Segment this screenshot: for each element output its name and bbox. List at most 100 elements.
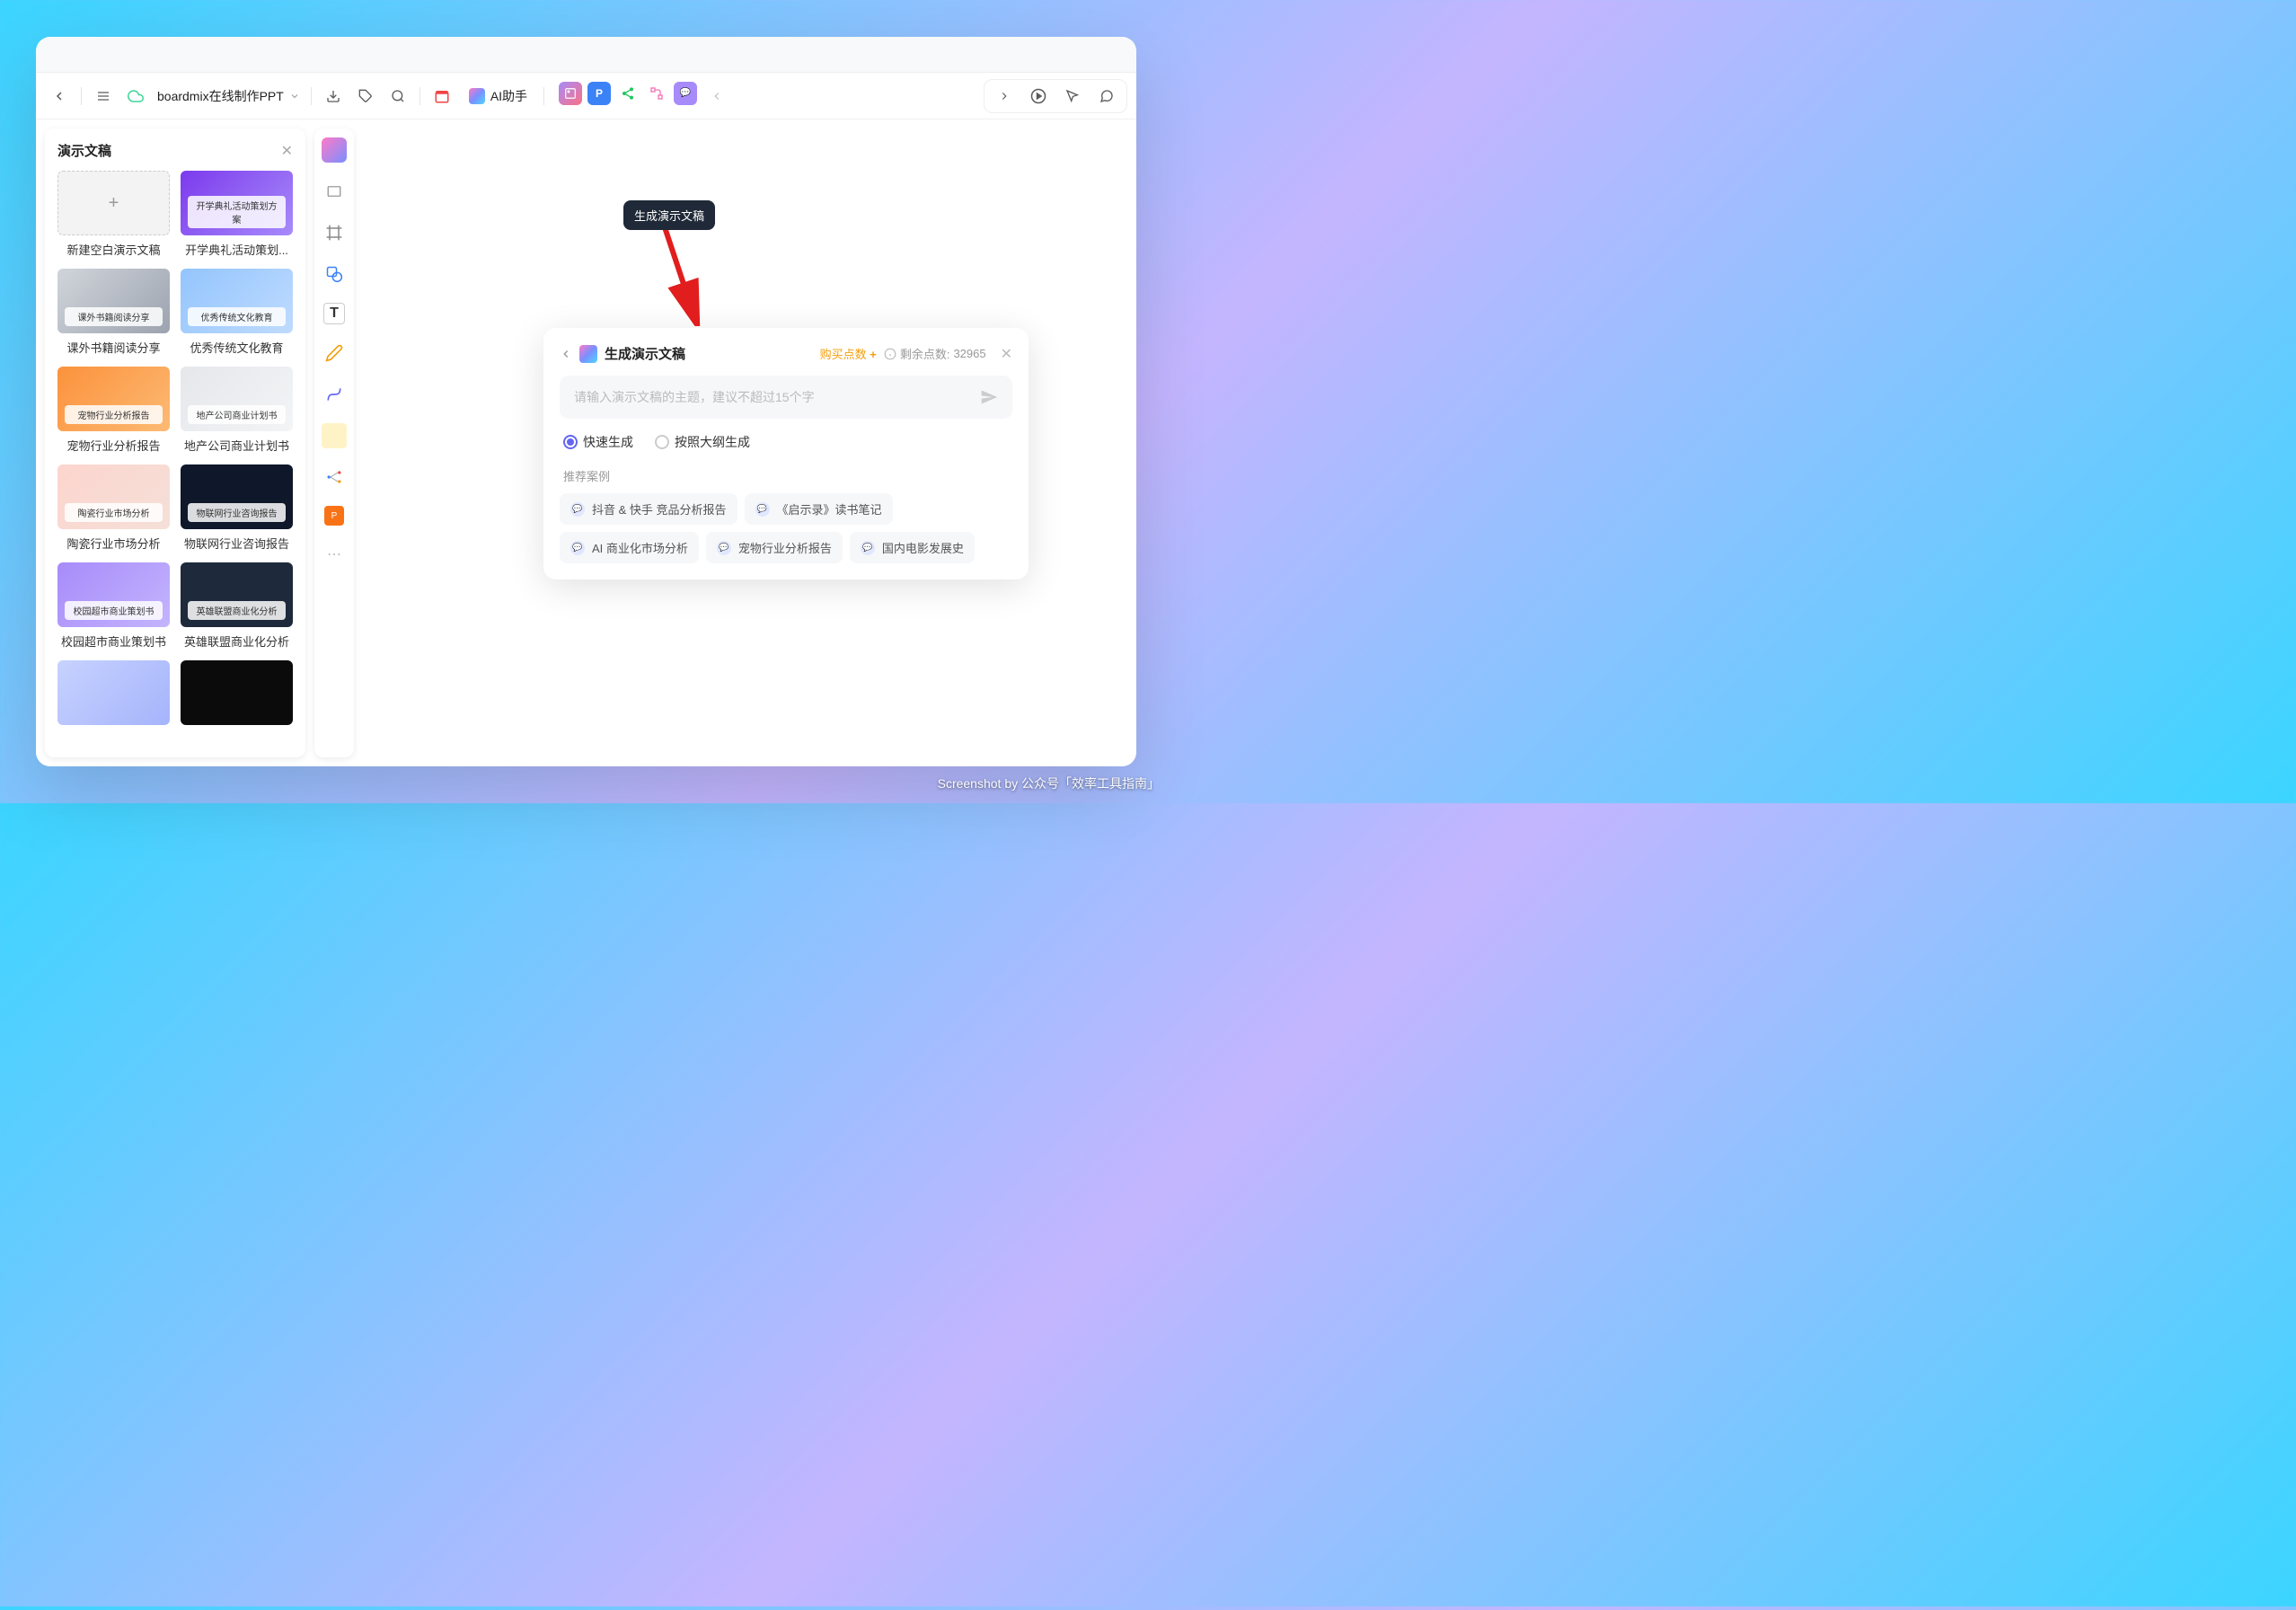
vertical-toolbar: T P ⋯ [314,128,354,757]
sidebar-close-button[interactable]: ✕ [281,142,293,160]
example-chip[interactable]: 💬 国内电影发展史 [850,532,975,563]
search-button[interactable] [384,82,412,111]
radio-unchecked-icon [655,435,669,449]
template-label: 课外书籍阅读分享 [57,339,170,356]
ppt-tool[interactable]: P [324,506,344,526]
watermark: Screenshot by 公众号「效率工具指南」 [938,774,1160,792]
ai-panel-title: 生成演示文稿 [605,344,813,363]
chat-bubble-icon: 💬 [570,502,585,517]
cursor-button[interactable] [1058,82,1087,111]
template-overlay-text: 英雄联盟商业化分析 [188,601,286,620]
chat-bubble-icon: 💬 [570,541,585,555]
template-item[interactable]: 地产公司商业计划书地产公司商业计划书 [181,367,293,454]
document-title[interactable]: boardmix在线制作PPT [154,87,304,105]
ai-prompt-input[interactable] [574,390,971,404]
example-chip[interactable]: 💬AI 商业化市场分析 [560,532,699,563]
annotation-arrow [647,218,719,326]
share-tool-icon[interactable] [616,82,640,105]
radio-quick-generate[interactable]: 快速生成 [563,433,633,451]
download-button[interactable] [319,82,348,111]
chat-bubble-icon: 💬 [717,541,731,555]
template-item[interactable]: 校园超市商业策划书校园超市商业策划书 [57,562,170,650]
sticky-note-tool[interactable] [322,423,347,448]
example-chip[interactable]: 💬抖音 & 快手 竞品分析报告 [560,493,737,525]
template-item[interactable] [181,660,293,730]
generation-mode-radio-group: 快速生成 按照大纲生成 [560,433,1012,451]
points-remaining: 剩余点数: 32965 [884,345,986,362]
calendar-icon[interactable] [428,82,456,111]
template-overlay-text: 优秀传统文化教育 [188,307,286,326]
template-thumbnail: 地产公司商业计划书 [181,367,293,431]
template-item[interactable]: 英雄联盟商业化分析英雄联盟商业化分析 [181,562,293,650]
back-button[interactable] [45,82,74,111]
menu-button[interactable] [89,82,118,111]
example-chip-label: 宠物行业分析报告 [738,539,832,556]
template-overlay-text: 宠物行业分析报告 [65,405,163,424]
chat-bubble-icon: 💬 [861,541,875,555]
pen-tool[interactable] [322,341,347,366]
radio-outline-generate[interactable]: 按照大纲生成 [655,433,750,451]
template-label: 新建空白演示文稿 [57,241,170,258]
template-item[interactable] [57,660,170,730]
chat-tool-icon[interactable]: 💬 [674,82,697,105]
template-overlay-text: 物联网行业咨询报告 [188,503,286,522]
tag-button[interactable] [351,82,380,111]
template-item[interactable]: 课外书籍阅读分享课外书籍阅读分享 [57,269,170,356]
comment-button[interactable] [1092,82,1121,111]
template-overlay-text: 开学典礼活动策划方案 [188,196,286,228]
template-overlay-text: 地产公司商业计划书 [188,405,286,424]
template-item[interactable]: 开学典礼活动策划方案开学典礼活动策划... [181,171,293,258]
browser-tab-bar [36,37,1136,73]
template-label: 宠物行业分析报告 [57,437,170,454]
tool-chevron-icon[interactable] [702,82,731,111]
example-chip-label: 国内电影发展史 [882,539,964,556]
template-item[interactable]: 优秀传统文化教育优秀传统文化教育 [181,269,293,356]
browser-window: boardmix在线制作PPT AI助手 P [36,37,1136,766]
template-item[interactable]: 物联网行业咨询报告物联网行业咨询报告 [181,464,293,552]
template-thumbnail: + [57,171,170,235]
template-label: 英雄联盟商业化分析 [181,632,293,650]
template-item[interactable]: 宠物行业分析报告宠物行业分析报告 [57,367,170,454]
template-thumbnail: 优秀传统文化教育 [181,269,293,333]
template-overlay-text: 校园超市商业策划书 [65,601,163,620]
forward-button[interactable] [990,82,1019,111]
radio-checked-icon [563,435,578,449]
panel-close-button[interactable]: ✕ [1001,345,1012,363]
document-title-text: boardmix在线制作PPT [157,87,284,105]
content-area: 演示文稿 ✕ +新建空白演示文稿开学典礼活动策划方案开学典礼活动策划...课外书… [36,119,1136,766]
template-label: 校园超市商业策划书 [57,632,170,650]
text-tool[interactable]: T [323,303,345,324]
frame-tool[interactable] [322,220,347,245]
navigator-tool[interactable] [322,179,347,204]
shape-tool[interactable] [322,261,347,287]
template-thumbnail [181,660,293,725]
presentation-tool-icon[interactable]: P [587,82,611,105]
example-chips: 💬抖音 & 快手 竞品分析报告💬《启示录》读书笔记💬AI 商业化市场分析💬宠物行… [560,493,1012,563]
send-button[interactable] [980,388,998,406]
ai-logo-icon [469,88,485,104]
chat-bubble-icon: 💬 [755,502,770,517]
template-label: 开学典礼活动策划... [181,241,293,258]
example-chip[interactable]: 💬 宠物行业分析报告 [706,532,843,563]
panel-back-button[interactable] [560,348,572,360]
template-thumbnail: 开学典礼活动策划方案 [181,171,293,235]
ai-logo-tool[interactable] [322,137,347,163]
ai-assistant-button[interactable]: AI助手 [460,82,536,111]
template-thumbnail: 英雄联盟商业化分析 [181,562,293,627]
template-item[interactable]: 陶瓷行业市场分析陶瓷行业市场分析 [57,464,170,552]
more-tools[interactable]: ⋯ [322,542,347,567]
template-thumbnail: 校园超市商业策划书 [57,562,170,627]
ai-assistant-label: AI助手 [490,87,527,105]
buy-points-link[interactable]: 购买点数 + [820,345,877,362]
chevron-down-icon [289,91,300,102]
play-button[interactable] [1024,82,1053,111]
template-thumbnail [57,660,170,725]
connector-tool[interactable] [322,382,347,407]
cloud-sync-icon[interactable] [121,82,150,111]
image-tool-icon[interactable] [559,82,582,105]
flowchart-tool-icon[interactable] [645,82,668,105]
example-chip[interactable]: 💬《启示录》读书笔记 [745,493,893,525]
template-item[interactable]: + 新建空白演示文稿 [57,171,170,258]
templates-sidebar: 演示文稿 ✕ +新建空白演示文稿开学典礼活动策划方案开学典礼活动策划...课外书… [45,128,305,757]
mindmap-tool[interactable] [322,464,347,490]
